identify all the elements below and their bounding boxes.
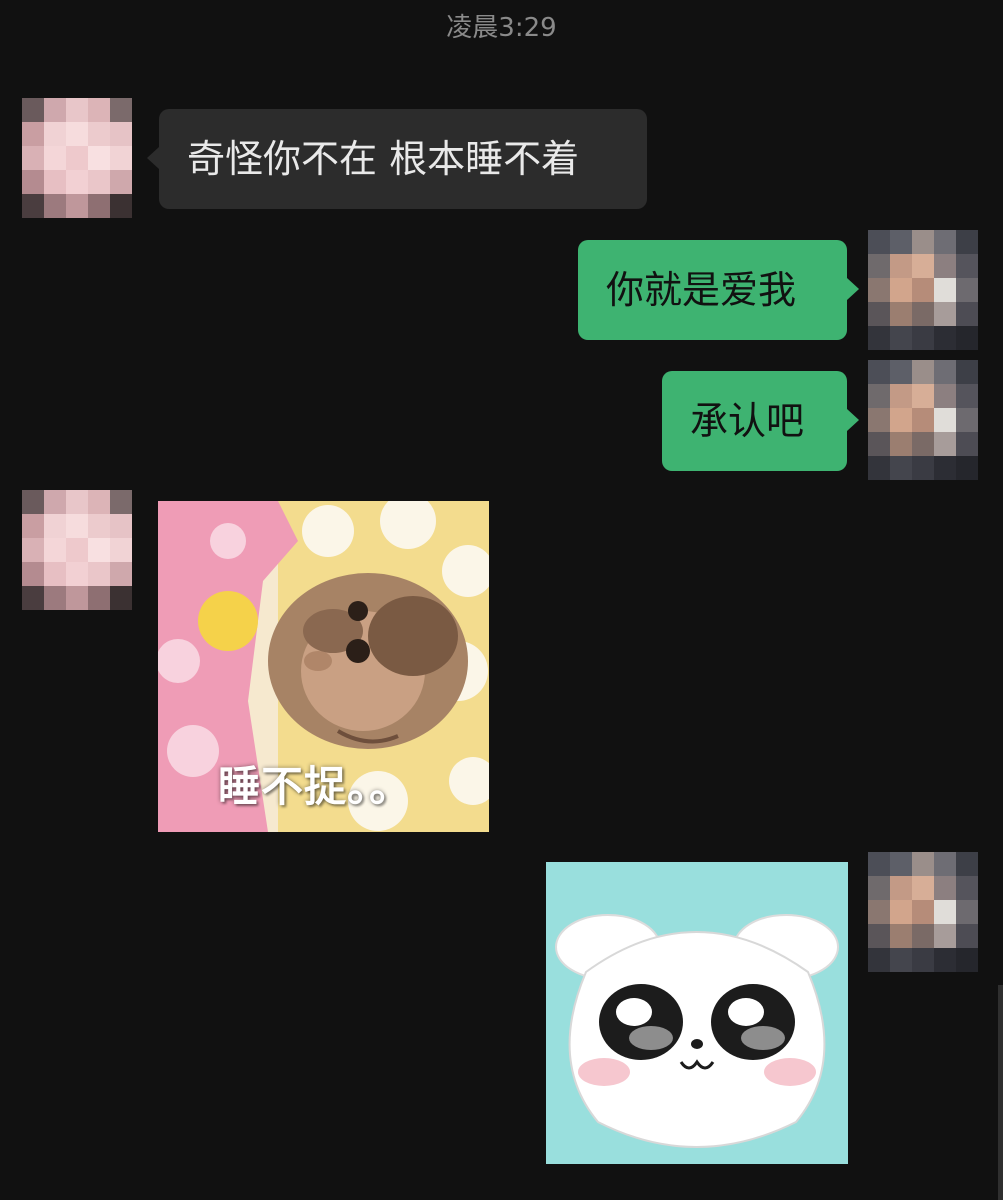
chat-timestamp: 凌晨3:29 [446, 13, 557, 43]
puppy-illustration [546, 862, 848, 1164]
my-avatar[interactable] [868, 852, 978, 972]
white-puppy-face-sticker[interactable] [546, 862, 848, 1164]
message-text: 你就是爱我 [606, 268, 797, 312]
sleepy-monkey-sticker[interactable]: 睡不捉。。 [158, 501, 489, 832]
bubble-tail [147, 147, 159, 169]
message-text: 承认吧 [690, 399, 805, 443]
incoming-message-bubble[interactable]: 奇怪你不在 根本睡不着 [159, 109, 647, 209]
scrollbar[interactable] [998, 985, 1003, 1200]
outgoing-message-bubble[interactable]: 你就是爱我 [578, 240, 847, 340]
bubble-tail [847, 409, 859, 431]
bubble-tail [847, 278, 859, 300]
my-avatar[interactable] [868, 360, 978, 480]
sticker-caption: 睡不捉。。 [218, 762, 413, 811]
outgoing-message-bubble[interactable]: 承认吧 [662, 371, 847, 471]
chat-screen: 凌晨3:29 奇怪你不在 根本睡不着 你就是爱我 承认吧 睡不捉。。 [0, 0, 1003, 1200]
contact-avatar[interactable] [22, 490, 132, 610]
contact-avatar[interactable] [22, 98, 132, 218]
my-avatar[interactable] [868, 230, 978, 350]
message-text: 奇怪你不在 根本睡不着 [187, 137, 580, 181]
